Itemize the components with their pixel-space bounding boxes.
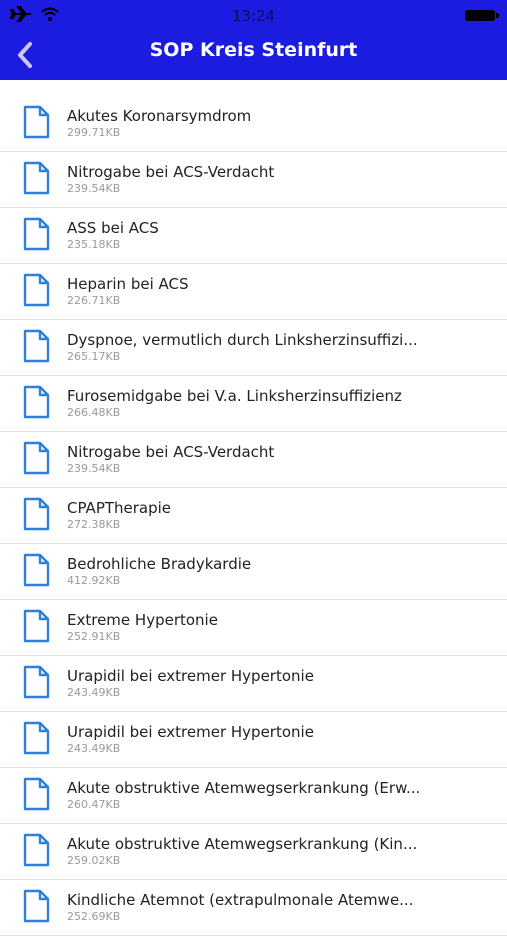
file-list-item[interactable]: Heparin bei ACS 226.71KB [0,264,507,320]
file-size: 252.91KB [67,630,121,643]
document-icon [23,441,50,475]
file-title: Furosemidgabe bei V.a. Linksherzinsuffiz… [67,387,402,405]
file-size: 259.02KB [67,854,121,867]
file-size: 266.48KB [67,406,121,419]
file-title: Urapidil bei extremer Hypertonie [67,723,314,741]
file-list-item[interactable]: Urapidil bei extremer Hypertonie 243.49KB [0,712,507,768]
navigation-bar: SOP Kreis Steinfurt [0,30,507,80]
file-title: ASS bei ACS [67,219,159,237]
file-list-item[interactable]: Nitrogabe bei ACS-Verdacht 239.54KB [0,152,507,208]
file-size: 272.38KB [67,518,121,531]
file-title: Akutes Koronarsymdrom [67,107,252,125]
file-title: Akute obstruktive Atemwegserkrankung (Ki… [67,835,418,853]
document-icon [23,161,50,195]
file-size: 239.54KB [67,462,121,475]
file-size: 235.18KB [67,238,121,251]
file-list-item[interactable]: Akute obstruktive Atemwegserkrankung (Er… [0,768,507,824]
document-icon [23,497,50,531]
status-time: 13:24 [231,7,276,25]
file-list-item[interactable]: Bedrohliche Bradykardie 412.92KB [0,544,507,600]
document-icon [23,721,50,755]
document-icon [23,833,50,867]
file-size: 299.71KB [67,126,121,139]
file-list-item[interactable]: Nitrogabe bei ACS-Verdacht 239.54KB [0,432,507,488]
file-title: Urapidil bei extremer Hypertonie [67,667,314,685]
file-size: 243.49KB [67,686,121,699]
file-list-item[interactable]: Urapidil bei extremer Hypertonie 243.49KB [0,656,507,712]
file-list-item[interactable]: Dyspnoe, vermutlich durch Linksherzinsuf… [0,320,507,376]
file-title: Nitrogabe bei ACS-Verdacht [67,163,275,181]
file-title: Akute obstruktive Atemwegserkrankung (Er… [67,779,421,797]
document-icon [23,273,50,307]
file-list-item[interactable]: Extreme Hypertonie 252.91KB [0,600,507,656]
file-size: 252.69KB [67,910,121,923]
file-list-item[interactable]: Akutes Koronarsymdrom 299.71KB [0,96,507,152]
file-title: CPAPTherapie [67,499,172,517]
file-size: 243.49KB [67,742,121,755]
file-size: 226.71KB [67,294,121,307]
file-size: 239.54KB [67,182,121,195]
file-title: Heparin bei ACS [67,275,189,293]
file-list-item[interactable]: Furosemidgabe bei V.a. Linksherzinsuffiz… [0,376,507,432]
document-icon [23,553,50,587]
file-list-item[interactable]: Kindliche Atemnot (extrapulmonale Atemwe… [0,880,507,936]
file-list-item[interactable]: ASS bei ACS 235.18KB [0,208,507,264]
file-size: 265.17KB [67,350,121,363]
document-icon [23,665,50,699]
file-title: Kindliche Atemnot (extrapulmonale Atemwe… [67,891,414,909]
page-title: SOP Kreis Steinfurt [149,39,358,61]
document-icon [23,889,50,923]
file-title: Bedrohliche Bradykardie [67,555,252,573]
document-icon [23,105,50,139]
document-icon [23,329,50,363]
file-list-item[interactable]: CPAPTherapie 272.38KB [0,488,507,544]
file-list: Akutes Koronarsymdrom 299.71KB Nitrogabe b… [0,96,507,936]
file-list-item[interactable]: Akute obstruktive Atemwegserkrankung (Ki… [0,824,507,880]
document-icon [23,217,50,251]
file-size: 412.92KB [67,574,121,587]
document-icon [23,609,50,643]
document-icon [23,385,50,419]
file-title: Extreme Hypertonie [67,611,218,629]
file-title: Nitrogabe bei ACS-Verdacht [67,443,275,461]
file-size: 260.47KB [67,798,121,811]
status-bar: 13:24 [0,0,507,30]
file-title: Dyspnoe, vermutlich durch Linksherzinsuf… [67,331,418,349]
battery-icon [465,10,499,21]
document-icon [23,777,50,811]
